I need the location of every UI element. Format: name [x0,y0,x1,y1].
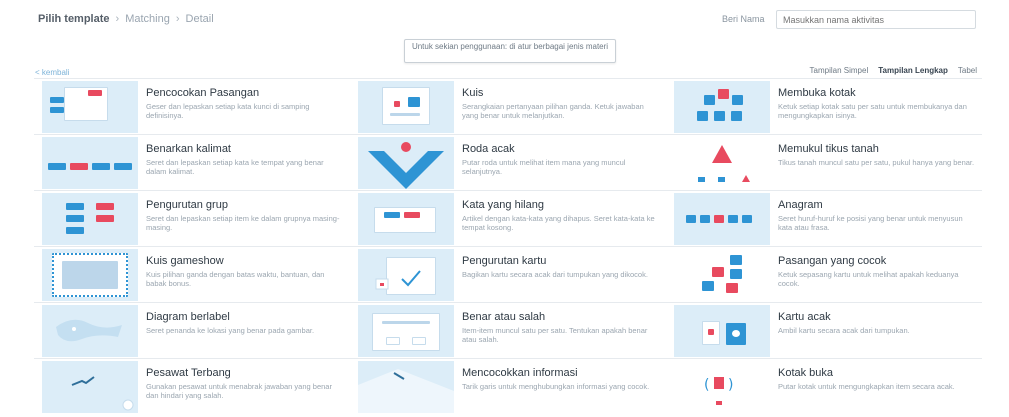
breadcrumb: Pilih template › Matching › Detail [38,13,214,25]
view-toggle: Tampilan Simpel Tampilan Lengkap Tabel [810,66,977,75]
template-title: Kotak buka [778,367,834,379]
template-desc: Gunakan pesawat untuk menabrak jawaban y… [146,382,332,400]
template-card[interactable]: Kata yang hilang Artikel dengan kata-kata… [350,190,666,246]
svg-text:): ) [728,377,733,393]
template-card[interactable]: Mencocokkan informasi Tarik garis untuk m… [350,358,666,414]
template-card[interactable]: Pesawat Terbang Gunakan pesawat untuk men… [34,358,350,414]
quiz-icon [358,81,454,133]
template-card[interactable]: Kartu acak Ambil kartu secara acak dari t… [666,302,982,358]
template-desc: Seret huruf-huruf ke posisi yang benar u… [778,214,963,232]
sentence-icon [42,137,138,189]
breadcrumb-separator: › [175,13,180,25]
title-input[interactable] [776,10,976,29]
template-desc: Seret dan lepaskan setiap item ke dalam … [146,214,340,232]
template-card[interactable]: Pengurutan kartu Bagikan kartu secara aca… [350,246,666,302]
breadcrumb-step-1[interactable]: Pilih template [38,13,110,25]
template-title: Roda acak [462,143,515,155]
template-card[interactable]: Roda acak Putar roda untuk melihat item m… [350,134,666,190]
svg-text:(: ( [704,377,709,393]
template-desc: Artikel dengan kata-kata yang dihapus. S… [462,214,655,232]
group-sort-icon [42,193,138,245]
template-card[interactable]: Kuis gameshow Kuis pilihan ganda dengan b… [34,246,350,302]
template-desc: Ketuk setiap kotak satu per satu untuk m… [778,102,967,120]
template-grid: Pencocokan Pasangan Geser dan lepaskan se… [34,78,982,414]
template-card[interactable]: ( ) Kotak buka Putar kotak untuk mengungk… [666,358,982,414]
breadcrumb-step-3[interactable]: Detail [186,13,214,25]
template-desc: Ambil kartu secara acak dari tumpukan. [778,326,910,335]
template-title: Pasangan yang cocok [778,255,887,267]
open-box-icon [674,81,770,133]
template-title: Memukul tikus tanah [778,143,879,155]
template-desc: Bagikan kartu secara acak dari tumpukan … [462,270,648,279]
info-match-icon [358,361,454,413]
view-table[interactable]: Tabel [958,66,977,75]
template-title: Pesawat Terbang [146,367,231,379]
title-label: Beri Nama [722,14,765,24]
template-desc: Tarik garis untuk menghubungkan informas… [462,382,650,391]
template-card[interactable]: Pasangan yang cocok Ketuk sepasang kartu … [666,246,982,302]
spin-box-icon: ( ) [674,361,770,413]
template-desc: Kuis pilihan ganda dengan batas waktu, b… [146,270,325,288]
template-desc: Seret penanda ke lokasi yang benar pada … [146,326,315,335]
template-desc: Tikus tanah muncul satu per satu, pukul … [778,158,975,167]
missing-word-icon [358,193,454,245]
cards-icon [358,249,454,301]
match-up-icon [42,81,138,133]
anagram-icon [674,193,770,245]
template-card[interactable]: Benar atau salah Item-item muncul satu pe… [350,302,666,358]
template-title: Mencocokkan informasi [462,367,578,379]
template-desc: Geser dan lepaskan setiap kata kunci di … [146,102,310,120]
template-card[interactable]: Memukul tikus tanah Tikus tanah muncul sa… [666,134,982,190]
template-card[interactable]: Anagram Seret huruf-huruf ke posisi yang … [666,190,982,246]
template-desc: Seret dan lepaskan setiap kata ke tempat… [146,158,324,176]
template-title: Kartu acak [778,311,831,323]
template-card[interactable]: Benarkan kalimat Seret dan lepaskan setia… [34,134,350,190]
help-tooltip: Untuk sekian penggunaan: di atur berbaga… [404,39,616,63]
template-title: Benarkan kalimat [146,143,231,155]
airplane-icon [42,361,138,413]
template-card[interactable]: Pengurutan grup Seret dan lepaskan setiap… [34,190,350,246]
breadcrumb-separator: › [115,13,120,25]
true-false-icon [358,305,454,357]
template-card[interactable]: Membuka kotak Ketuk setiap kotak satu per… [666,78,982,134]
diagram-icon [42,305,138,357]
template-title: Pengurutan kartu [462,255,547,267]
gameshow-icon [42,249,138,301]
template-title: Pencocokan Pasangan [146,87,260,99]
template-desc: Item-item muncul satu per satu. Tentukan… [462,326,648,344]
view-full[interactable]: Tampilan Lengkap [878,66,948,75]
template-desc: Serangkaian pertanyaan pilihan ganda. Ke… [462,102,644,120]
view-simple[interactable]: Tampilan Simpel [810,66,869,75]
random-card-icon [674,305,770,357]
template-title: Pengurutan grup [146,199,228,211]
template-desc: Putar roda untuk melihat item mana yang … [462,158,626,176]
template-title: Membuka kotak [778,87,856,99]
template-title: Kuis [462,87,484,99]
template-title: Diagram berlabel [146,311,230,323]
matching-pairs-icon [674,249,770,301]
whack-icon [674,137,770,189]
template-desc: Ketuk sepasang kartu untuk melihat apaka… [778,270,959,288]
top-bar: Pilih template › Matching › Detail Beri … [0,0,1009,38]
back-link[interactable]: < kembali [35,68,69,77]
template-title: Kuis gameshow [146,255,224,267]
template-card[interactable]: Diagram berlabel Seret penanda ke lokasi … [34,302,350,358]
template-title: Kata yang hilang [462,199,544,211]
breadcrumb-step-2[interactable]: Matching [125,13,170,25]
template-desc: Putar kotak untuk mengungkapkan item sec… [778,382,955,391]
template-title: Benar atau salah [462,311,546,323]
template-title: Anagram [778,199,823,211]
template-card[interactable]: Pencocokan Pasangan Geser dan lepaskan se… [34,78,350,134]
wheel-icon [358,137,454,189]
template-card[interactable]: Kuis Serangkaian pertanyaan pilihan ganda… [350,78,666,134]
